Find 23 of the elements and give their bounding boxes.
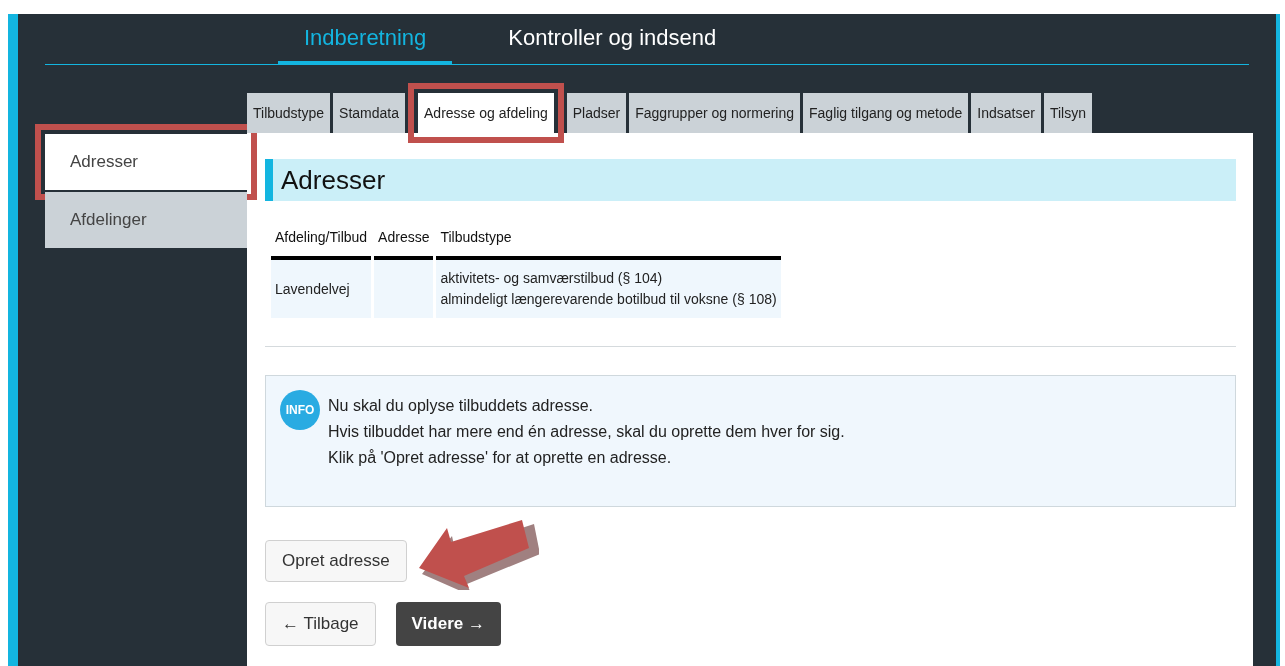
tab[interactable]: Tilbudstype [247,93,331,133]
tab[interactable]: Pladser [566,93,627,133]
back-button[interactable]: ← Tilbage [265,602,376,646]
info-text: Hvis tilbuddet har mere end én adresse, skal du oprette dem hver for sig. [328,422,845,442]
sidebar-item[interactable]: Afdelinger [45,192,247,248]
tab[interactable]: Stamdata [333,93,405,133]
tab[interactable]: Tilsyn [1043,93,1092,133]
top-nav-tab[interactable]: Kontroller og indsend [482,21,743,65]
table-cell-text: Lavendelvej [275,279,351,299]
tab[interactable]: Faglig tilgang og metode [803,93,969,133]
tab[interactable]: Faggrupper og normering [629,93,800,133]
table-cell-text: almindeligt længerevarende botilbud til voksne (§ 108) [440,290,777,309]
top-nav-tab[interactable]: Indberetning [278,21,453,65]
table-cell-text: aktivitets- og samværstilbud (§ 104) [440,269,664,288]
next-button[interactable]: Videre → [395,602,501,646]
tab[interactable]: Adresse og afdeling [418,93,554,133]
info-text: Nu skal du oplyse tilbuddets adresse. [328,396,595,416]
info-badge: INFO [280,390,320,430]
section-heading: Adresser [265,159,1236,201]
create-address-button[interactable]: Opret adresse [265,540,407,582]
info-text: Klik på 'Opret adresse' for at oprette en adresse. [328,448,673,468]
sidebar-item[interactable]: Adresser [45,134,247,190]
tab[interactable]: Indsatser [971,93,1041,133]
